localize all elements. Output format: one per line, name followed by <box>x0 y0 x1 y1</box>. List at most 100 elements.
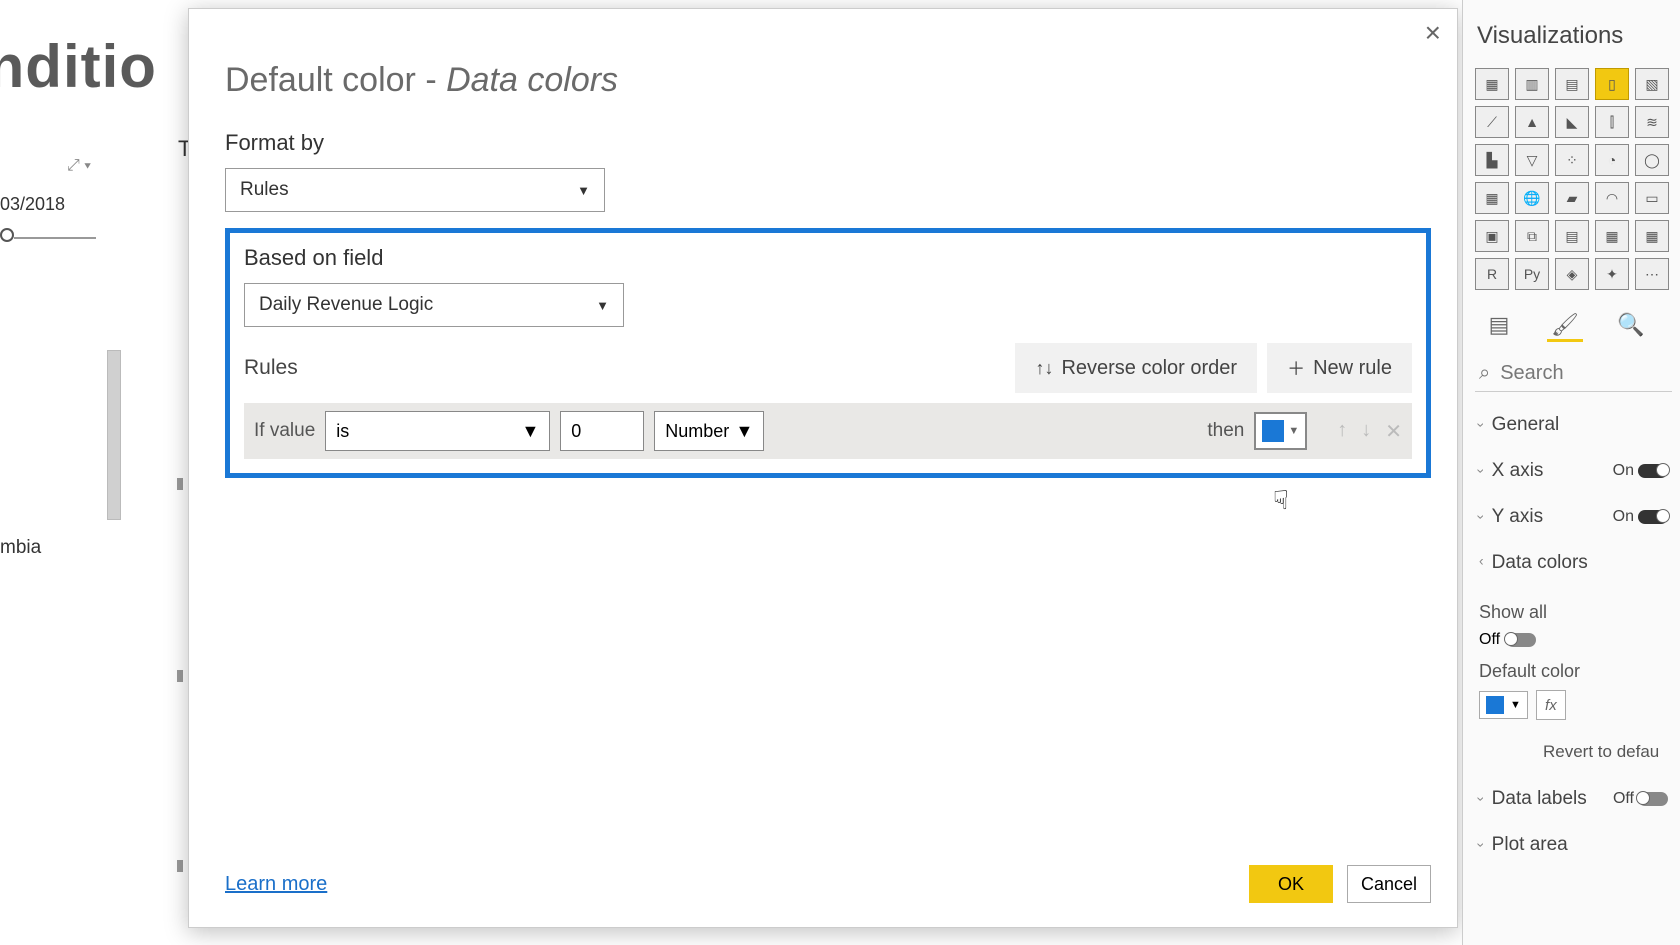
kpi-icon[interactable]: ⧉ <box>1515 220 1549 252</box>
reverse-color-order-button[interactable]: ↑↓ Reverse color order <box>1015 343 1257 393</box>
plot-area-label: Plot area <box>1492 834 1568 856</box>
color-swatch <box>1262 420 1284 442</box>
search-icon: ⌕ <box>1479 362 1490 385</box>
operator-dropdown[interactable]: is ▼ <box>325 411 550 451</box>
conditional-formatting-dialog: × Default color - Data colors Format by … <box>188 8 1458 928</box>
focus-mode-icon: ⤢ ▾ <box>67 157 91 175</box>
scatter-icon[interactable]: ⁘ <box>1555 144 1589 176</box>
color-picker[interactable]: ▼ <box>1254 412 1307 450</box>
close-icon[interactable]: × <box>1425 19 1441 47</box>
100pct-bar-icon[interactable]: ▧ <box>1635 68 1669 100</box>
pie-icon[interactable]: ◔ <box>1595 144 1629 176</box>
axis-tick <box>177 670 183 682</box>
ribbon-icon[interactable]: ≋ <box>1635 106 1669 138</box>
matrix-icon[interactable]: ▦ <box>1635 220 1669 252</box>
based-on-field-dropdown[interactable]: Daily Revenue Logic ▼ <box>244 283 624 327</box>
slider-track <box>14 237 96 239</box>
category-label-fragment: mbia <box>0 537 41 559</box>
r-visual-icon[interactable]: R <box>1475 258 1509 290</box>
plus-icon: ＋ <box>1287 355 1305 381</box>
format-by-dropdown[interactable]: Rules ▼ <box>225 168 605 212</box>
map-icon[interactable]: 🌐 <box>1515 182 1549 214</box>
show-all-toggle[interactable]: Off <box>1479 631 1672 649</box>
dialog-title-sub: Data colors <box>446 61 618 99</box>
x-axis-toggle[interactable]: On <box>1613 462 1668 480</box>
cancel-button[interactable]: Cancel <box>1347 865 1431 903</box>
reverse-label: Reverse color order <box>1061 357 1237 380</box>
fx-button[interactable]: fx <box>1536 690 1566 720</box>
data-labels-section[interactable]: › Data labels Off <box>1475 776 1672 822</box>
chevron-icon: › <box>1473 423 1489 428</box>
py-visual-icon[interactable]: Py <box>1515 258 1549 290</box>
chevron-down-icon: ▼ <box>521 421 539 442</box>
general-section[interactable]: › General <box>1475 402 1672 448</box>
stacked-bar-icon[interactable]: ▦ <box>1475 68 1509 100</box>
import-visual-icon[interactable]: ⋯ <box>1635 258 1669 290</box>
show-all-label: Show all <box>1479 602 1672 623</box>
value-input[interactable] <box>560 411 644 451</box>
general-label: General <box>1492 414 1560 436</box>
data-colors-section[interactable]: › Data colors <box>1475 540 1672 586</box>
donut-icon[interactable]: ◯ <box>1635 144 1669 176</box>
visualization-gallery: ▦ ▥ ▤ ▯ ▧ ⟋ ▲ ◣ ⫿ ≋ ▙ ▽ ⁘ ◔ ◯ ▦ 🌐 ▰ ◠ ▭ … <box>1475 68 1672 290</box>
format-by-value: Rules <box>240 179 289 201</box>
chevron-icon: › <box>1473 515 1489 520</box>
toggle-on-text: On <box>1613 508 1634 526</box>
card-icon[interactable]: ▭ <box>1635 182 1669 214</box>
key-influencers-icon[interactable]: ✦ <box>1595 258 1629 290</box>
arcgis-icon[interactable]: ◈ <box>1555 258 1589 290</box>
filled-map-icon[interactable]: ▰ <box>1555 182 1589 214</box>
x-axis-section[interactable]: › X axis On <box>1475 448 1672 494</box>
delete-icon[interactable]: ✕ <box>1385 419 1402 444</box>
chevron-icon: › <box>1479 555 1484 571</box>
revert-to-default-link[interactable]: Revert to defau <box>1543 742 1672 762</box>
move-up-icon[interactable]: ↑ <box>1337 419 1347 444</box>
new-rule-button[interactable]: ＋ New rule <box>1267 343 1412 393</box>
waterfall-icon[interactable]: ▙ <box>1475 144 1509 176</box>
chevron-icon: › <box>1473 797 1489 802</box>
stacked-area-icon[interactable]: ◣ <box>1555 106 1589 138</box>
rules-highlight-box: Based on field Daily Revenue Logic ▼ Rul… <box>225 228 1431 478</box>
y-axis-section[interactable]: › Y axis On <box>1475 494 1672 540</box>
treemap-icon[interactable]: ▦ <box>1475 182 1509 214</box>
learn-more-link[interactable]: Learn more <box>225 873 327 896</box>
line-column-icon[interactable]: ⫿ <box>1595 106 1629 138</box>
table-icon[interactable]: ▦ <box>1595 220 1629 252</box>
line-chart-icon[interactable]: ⟋ <box>1475 106 1509 138</box>
gauge-icon[interactable]: ◠ <box>1595 182 1629 214</box>
slider-handle <box>0 228 14 242</box>
rule-row: If value is ▼ Number ▼ then ▼ ↑ ↓ ✕ <box>244 403 1412 459</box>
toggle-off-text: Off <box>1479 631 1500 649</box>
area-chart-icon[interactable]: ▲ <box>1515 106 1549 138</box>
dialog-title: Default color - Data colors <box>225 61 1431 100</box>
chevron-down-icon: ▼ <box>596 298 609 313</box>
format-tab-icon[interactable]: 🖌 <box>1547 310 1583 342</box>
then-label: then <box>1207 420 1244 442</box>
data-labels-toggle[interactable]: Off <box>1613 790 1668 808</box>
based-on-field-label: Based on field <box>244 245 1412 271</box>
funnel-icon[interactable]: ▽ <box>1515 144 1549 176</box>
search-input[interactable]: ⌕ Search <box>1475 356 1672 392</box>
format-by-label: Format by <box>225 130 1431 156</box>
analytics-tab-icon[interactable]: 🔍 <box>1613 310 1649 342</box>
clustered-bar-icon[interactable]: ▥ <box>1515 68 1549 100</box>
operator-value: is <box>336 421 349 442</box>
dialog-title-prefix: Default color - <box>225 61 446 99</box>
new-rule-label: New rule <box>1313 357 1392 380</box>
toggle-off-text: Off <box>1613 790 1634 808</box>
chevron-down-icon: ▼ <box>735 421 753 442</box>
default-color-picker[interactable]: ▼ <box>1479 691 1528 719</box>
plot-area-section[interactable]: › Plot area <box>1475 822 1672 868</box>
fields-tab-icon[interactable]: ▤ <box>1481 310 1517 342</box>
if-value-label: If value <box>254 420 315 442</box>
clustered-column-icon[interactable]: ▯ <box>1595 68 1629 100</box>
chevron-icon: › <box>1473 469 1489 474</box>
type-dropdown[interactable]: Number ▼ <box>654 411 764 451</box>
move-down-icon[interactable]: ↓ <box>1361 419 1371 444</box>
y-axis-toggle[interactable]: On <box>1613 508 1668 526</box>
stacked-column-icon[interactable]: ▤ <box>1555 68 1589 100</box>
multi-card-icon[interactable]: ▣ <box>1475 220 1509 252</box>
slicer-icon[interactable]: ▤ <box>1555 220 1589 252</box>
ok-button[interactable]: OK <box>1249 865 1333 903</box>
based-on-field-value: Daily Revenue Logic <box>259 294 433 316</box>
